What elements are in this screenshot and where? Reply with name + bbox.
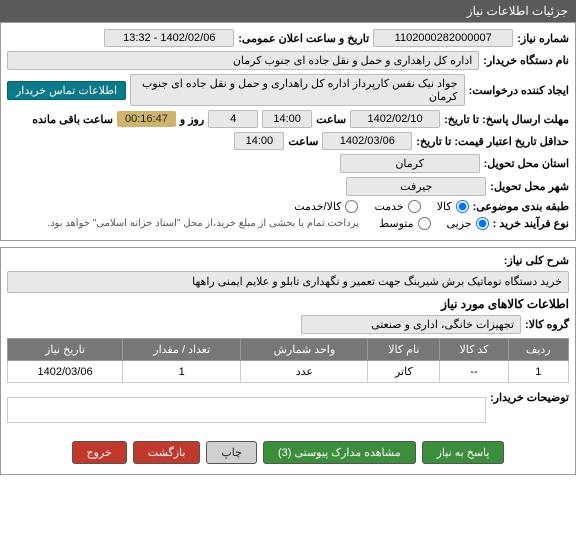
process-note: پرداخت تمام یا بخشی از مبلغ خرید،از محل … (47, 218, 359, 229)
th-qty: تعداد / مقدار (123, 339, 241, 361)
reply-button[interactable]: پاسخ به نیاز (422, 441, 505, 464)
print-button[interactable]: چاپ (206, 441, 257, 464)
details-panel: شماره نیاز: 1102000282000007 تاریخ و ساع… (0, 22, 576, 241)
province-label: استان محل تحویل: (484, 157, 569, 170)
cat-service-input[interactable] (408, 200, 421, 213)
proc-small-input[interactable] (476, 217, 489, 230)
reply-date: 1402/02/10 (350, 110, 440, 128)
reply-time: 14:00 (262, 110, 312, 128)
cell-qty: 1 (123, 361, 241, 383)
cell-row: 1 (508, 361, 568, 383)
proc-small-radio[interactable]: جزیی (447, 217, 489, 230)
buyer-note-label: توضیحات خریدار: (490, 391, 569, 404)
days-value: 4 (208, 110, 258, 128)
proc-medium-radio[interactable]: متوسط (379, 217, 431, 230)
buyer-value: اداره کل راهداری و حمل و نقل جاده ای جنو… (7, 51, 479, 70)
cell-unit: عدد (241, 361, 368, 383)
items-table: ردیف کد کالا نام کالا واحد شمارش تعداد /… (7, 338, 569, 383)
need-no-value: 1102000282000007 (373, 29, 513, 47)
cat-goods-service-input[interactable] (345, 200, 358, 213)
items-section-title: اطلاعات کالاهای مورد نیاز (7, 297, 569, 311)
cat-goods-service-radio[interactable]: کالا/خدمت (294, 200, 358, 213)
th-row: ردیف (508, 339, 568, 361)
th-name: نام کالا (368, 339, 440, 361)
back-button[interactable]: بازگشت (133, 441, 201, 464)
city-label: شهر محل تحویل: (490, 180, 569, 193)
exit-button[interactable]: خروج (72, 441, 127, 464)
time-label-1: ساعت (316, 113, 346, 126)
cell-date: 1402/03/06 (8, 361, 123, 383)
announce-label: تاریخ و ساعت اعلان عمومی: (238, 32, 369, 45)
announce-value: 1402/02/06 - 13:32 (104, 29, 234, 47)
window-title: جزئیات اطلاعات نیاز (467, 4, 568, 18)
cat-goods-radio[interactable]: کالا (437, 200, 469, 213)
city-value: جیرفت (346, 177, 486, 196)
th-unit: واحد شمارش (241, 339, 368, 361)
buyer-label: نام دستگاه خریدار: (483, 54, 569, 67)
validity-label: حداقل تاریخ اعتبار قیمت: تا تاریخ: (416, 135, 569, 148)
cell-code: -- (440, 361, 508, 383)
category-label: طبقه بندی موضوعی: (473, 200, 569, 213)
table-row[interactable]: 1 -- کاتر عدد 1 1402/03/06 (8, 361, 569, 383)
process-label: نوع فرآیند خرید : (493, 217, 569, 230)
th-code: کد کالا (440, 339, 508, 361)
items-panel: شرح کلی نیاز: خرید دستگاه نوماتیک برش شی… (0, 247, 576, 475)
need-no-label: شماره نیاز: (517, 32, 569, 45)
remain-label: ساعت باقی مانده (32, 113, 113, 126)
reply-deadline-label: مهلت ارسال پاسخ: تا تاریخ: (444, 113, 569, 126)
validity-time: 14:00 (234, 132, 284, 150)
validity-date: 1402/03/06 (322, 132, 412, 150)
cat-goods-input[interactable] (456, 200, 469, 213)
group-value: تجهیزات خانگی، اداری و صنعتی (301, 315, 521, 334)
buyer-note-value (7, 397, 486, 423)
th-date: تاریخ نیاز (8, 339, 123, 361)
proc-medium-input[interactable] (418, 217, 431, 230)
desc-label: شرح کلی نیاز: (504, 254, 569, 267)
countdown-timer: 00:16:47 (117, 111, 176, 127)
attachments-button[interactable]: مشاهده مدارک پیوستی (3) (263, 441, 416, 464)
day-label: روز و (180, 113, 204, 126)
cell-name: کاتر (368, 361, 440, 383)
contact-buyer-button[interactable]: اطلاعات تماس خریدار (7, 81, 126, 100)
desc-value: خرید دستگاه نوماتیک برش شیرینگ جهت تعمیر… (7, 271, 569, 293)
requester-value: جواد نیک نفس کارپرداز اداره کل راهداری و… (130, 74, 465, 106)
time-label-2: ساعت (288, 135, 318, 148)
group-label: گروه کالا: (525, 318, 569, 331)
province-value: کرمان (340, 154, 480, 173)
requester-label: ایجاد کننده درخواست: (469, 84, 569, 97)
cat-service-radio[interactable]: خدمت (374, 200, 420, 213)
button-row: پاسخ به نیاز مشاهده مدارک پیوستی (3) چاپ… (7, 433, 569, 468)
window-title-bar: جزئیات اطلاعات نیاز (0, 0, 576, 22)
